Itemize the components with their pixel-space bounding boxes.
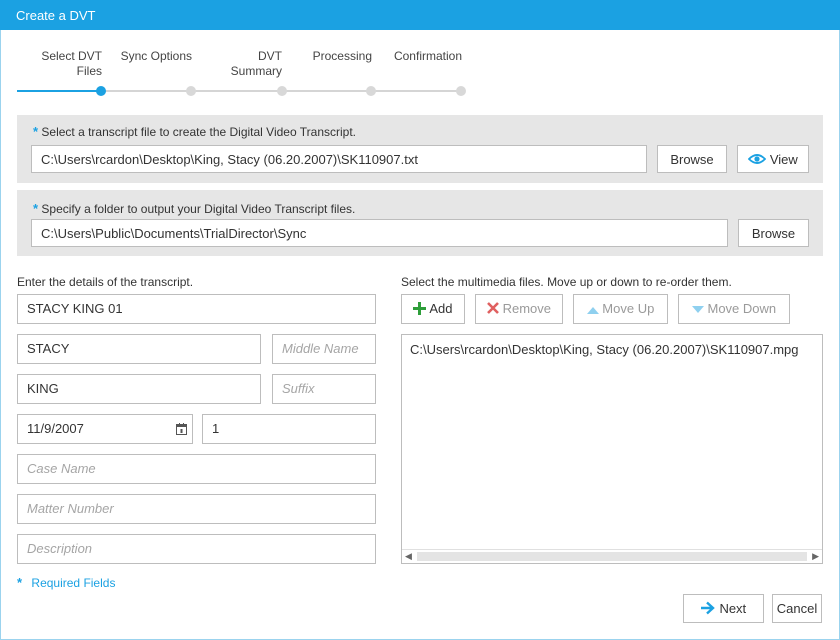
- last-name-input[interactable]: KING: [17, 374, 261, 404]
- step-label-line: Sync Options: [120, 49, 192, 63]
- calendar-icon[interactable]: [176, 423, 187, 438]
- step-dvt-summary: DVT Summary: [212, 49, 282, 79]
- step-select-dvt-files: Select DVT Files: [30, 49, 102, 79]
- first-name-input[interactable]: STACY: [17, 334, 261, 364]
- move-up-button-label: Move Up: [602, 301, 655, 316]
- step-dot-2: [186, 86, 196, 96]
- triangle-up-icon: [586, 302, 599, 317]
- scroll-thumb[interactable]: [417, 552, 807, 561]
- required-fields-text: Required Fields: [31, 576, 116, 590]
- view-button-label: View: [769, 152, 798, 167]
- step-label-line: Select DVT: [41, 49, 102, 63]
- output-browse-button[interactable]: Browse: [738, 219, 809, 247]
- case-name-input[interactable]: Case Name: [17, 454, 376, 484]
- date-value: 11/9/2007: [27, 421, 84, 436]
- move-up-button[interactable]: Move Up: [573, 294, 668, 324]
- move-down-button[interactable]: Move Down: [678, 294, 790, 324]
- remove-button-label: Remove: [502, 301, 552, 316]
- triangle-down-icon: [691, 302, 704, 317]
- add-button-label: Add: [429, 301, 453, 316]
- step-label-line: Processing: [312, 49, 372, 63]
- step-dot-1: [96, 86, 106, 96]
- transcript-file-input[interactable]: C:\Users\rcardon\Desktop\King, Stacy (06…: [31, 145, 647, 173]
- multimedia-file-list[interactable]: C:\Users\rcardon\Desktop\King, Stacy (06…: [401, 334, 823, 564]
- transcript-view-button[interactable]: View: [737, 145, 809, 173]
- step-label-line: Summary: [230, 64, 282, 78]
- transcript-file-label-text: Select a transcript file to create the D…: [41, 125, 357, 139]
- transcript-file-label: * Select a transcript file to create the…: [33, 124, 356, 139]
- output-folder-input[interactable]: C:\Users\Public\Documents\TrialDirector\…: [31, 219, 728, 247]
- step-sync-options: Sync Options: [110, 49, 192, 64]
- window-title: Create a DVT: [0, 0, 840, 30]
- suffix-input[interactable]: Suffix: [272, 374, 376, 404]
- transcript-name-input[interactable]: STACY KING 01: [17, 294, 376, 324]
- scroll-left-icon[interactable]: ◀: [405, 551, 412, 562]
- next-button-label: Next: [719, 601, 747, 616]
- step-label-line: DVT: [258, 49, 282, 63]
- volume-input[interactable]: 1: [202, 414, 376, 444]
- date-input[interactable]: 11/9/2007: [17, 414, 193, 444]
- step-label-line: Files: [76, 64, 102, 78]
- transcript-file-panel: * Select a transcript file to create the…: [17, 115, 823, 183]
- remove-button[interactable]: Remove: [475, 294, 563, 324]
- plus-icon: [413, 301, 427, 318]
- required-marker: *: [17, 575, 23, 590]
- horizontal-scrollbar[interactable]: ◀ ▶: [402, 549, 822, 563]
- move-down-button-label: Move Down: [707, 301, 777, 316]
- step-dot-3: [277, 86, 287, 96]
- description-input[interactable]: Description: [17, 534, 376, 564]
- required-marker: *: [33, 124, 39, 139]
- step-confirmation: Confirmation: [378, 49, 462, 64]
- transcript-browse-button[interactable]: Browse: [657, 145, 727, 173]
- step-dot-4: [366, 86, 376, 96]
- step-dot-5: [456, 86, 466, 96]
- multimedia-label: Select the multimedia files. Move up or …: [401, 275, 732, 289]
- step-processing: Processing: [300, 49, 372, 64]
- required-marker: *: [33, 201, 39, 216]
- output-folder-panel: * Specify a folder to output your Digita…: [17, 190, 823, 256]
- scroll-right-icon[interactable]: ▶: [812, 551, 819, 562]
- step-label-line: Confirmation: [393, 49, 462, 63]
- middle-name-input[interactable]: Middle Name: [272, 334, 376, 364]
- cancel-button[interactable]: Cancel: [772, 594, 822, 623]
- eye-icon: [747, 153, 767, 168]
- step-progress-active: [17, 90, 101, 92]
- details-label: Enter the details of the transcript.: [17, 275, 194, 289]
- list-item[interactable]: C:\Users\rcardon\Desktop\King, Stacy (06…: [410, 342, 799, 357]
- output-folder-label-text: Specify a folder to output your Digital …: [41, 202, 356, 216]
- required-fields-note: * Required Fields: [17, 575, 115, 590]
- output-folder-label: * Specify a folder to output your Digita…: [33, 201, 355, 216]
- x-icon: [487, 302, 499, 317]
- add-button[interactable]: Add: [401, 294, 465, 324]
- next-button[interactable]: Next: [683, 594, 764, 623]
- matter-number-input[interactable]: Matter Number: [17, 494, 376, 524]
- arrow-right-icon: [700, 601, 716, 618]
